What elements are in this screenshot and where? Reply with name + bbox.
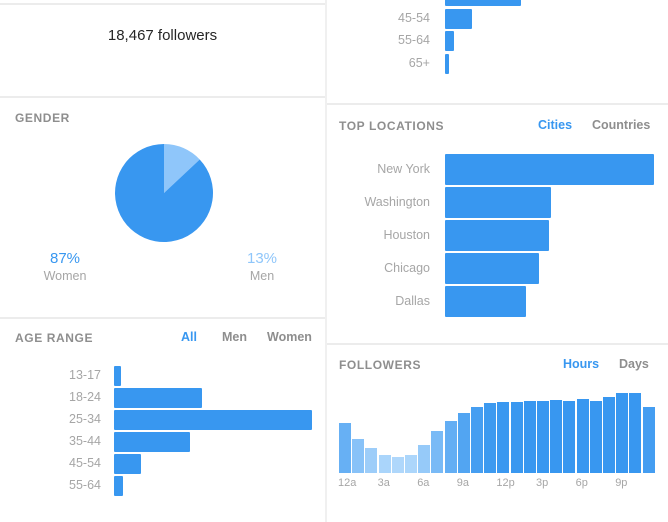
- age-range-bar: [114, 432, 191, 452]
- tab-men[interactable]: Men: [222, 330, 247, 344]
- hour-bar: [642, 406, 655, 473]
- location-label: Chicago: [384, 261, 430, 275]
- hour-tick-label: 6p: [575, 477, 588, 489]
- followers-count: 18,467 followers: [107, 27, 218, 44]
- divider: [327, 103, 668, 105]
- followers-activity-title: FOLLOWERS: [339, 358, 422, 372]
- tab-women[interactable]: Women: [267, 330, 312, 344]
- hour-bar: [616, 393, 629, 473]
- location-label: Houston: [383, 228, 430, 242]
- hour-bar: [537, 401, 549, 473]
- hour-bar: [444, 421, 457, 473]
- age-range-label: 65+: [408, 55, 430, 70]
- top-locations-title: TOP LOCATIONS: [339, 119, 445, 133]
- age-range-bar: [445, 8, 472, 29]
- age-range-label: 45-54: [69, 456, 101, 470]
- age-range-label: 45-54: [398, 10, 430, 25]
- hour-bar: [391, 457, 404, 473]
- divider: [0, 96, 325, 98]
- divider: [327, 343, 668, 345]
- divider: [0, 3, 325, 5]
- location-label: New York: [377, 162, 430, 176]
- tab-days[interactable]: Days: [619, 357, 649, 371]
- tab-all[interactable]: All: [181, 330, 197, 344]
- age-range-label: 55-64: [398, 33, 430, 47]
- hour-tick-label: 9a: [456, 477, 470, 489]
- women-percent: 87%: [49, 250, 81, 267]
- hour-bar: [576, 399, 589, 473]
- gender-pie-chart: [114, 144, 213, 243]
- hour-tick-label: 12a: [338, 477, 357, 489]
- age-range-title: AGE RANGE: [15, 331, 94, 345]
- age-range-bar: [445, 0, 522, 6]
- age-range-bar: [445, 31, 454, 51]
- hour-bar: [629, 393, 642, 473]
- location-label: Dallas: [395, 294, 430, 308]
- hour-bar: [510, 401, 523, 473]
- hour-tick-label: 6a: [417, 477, 430, 489]
- age-range-bar: [114, 366, 121, 386]
- women-label: Women: [43, 269, 87, 283]
- age-range-label: 13-17: [69, 368, 101, 382]
- hour-bar: [471, 407, 483, 473]
- hour-bar: [365, 448, 378, 473]
- hour-tick-label: 12p: [496, 477, 515, 489]
- men-label: Men: [249, 269, 275, 283]
- hour-tick-label: 9p: [615, 477, 628, 489]
- left-screen: 18,467 followers GENDER 87% Women 13% Me…: [0, 0, 325, 522]
- hour-bar: [339, 423, 351, 473]
- age-range-bar: [114, 454, 141, 474]
- hour-tick-label: 3a: [377, 477, 390, 489]
- age-range-label: 55-64: [69, 478, 101, 492]
- gender-title: GENDER: [15, 111, 70, 125]
- followers-hours-chart: [339, 390, 664, 473]
- hour-bar: [523, 401, 536, 473]
- hour-tick-label: 3p: [536, 477, 549, 489]
- age-range-label: 35-44: [69, 434, 101, 448]
- men-percent: 13%: [246, 250, 278, 267]
- tab-countries[interactable]: Countries: [592, 118, 650, 132]
- divider: [0, 317, 325, 319]
- tab-hours[interactable]: Hours: [563, 357, 599, 371]
- age-range-label: 35-44: [398, 0, 430, 2]
- hour-bar: [484, 403, 497, 473]
- location-label: Washington: [364, 195, 430, 209]
- age-range-bar: [114, 388, 203, 408]
- age-range-bar: [445, 53, 449, 74]
- hour-bar: [431, 431, 444, 473]
- age-range-bar: [114, 410, 312, 430]
- age-range-label: 25-34: [69, 412, 101, 426]
- hour-bar: [457, 413, 470, 473]
- hour-bar: [418, 445, 431, 473]
- right-screen: 35-4445-5455-6465+ TOP LOCATIONS Cities …: [325, 0, 668, 522]
- hour-bar: [497, 401, 510, 473]
- hour-bar: [603, 397, 615, 473]
- location-bar: [445, 187, 551, 218]
- hour-bar: [589, 401, 602, 473]
- hour-bar: [378, 454, 391, 473]
- hour-bar: [352, 438, 365, 473]
- hour-bar: [563, 401, 576, 473]
- location-bar: [445, 220, 550, 251]
- location-bar: [445, 286, 527, 317]
- location-bar: [445, 253, 540, 284]
- hour-bar: [405, 455, 417, 473]
- age-range-label: 18-24: [69, 390, 101, 404]
- tab-cities[interactable]: Cities: [538, 118, 572, 132]
- hour-axis: 12a 3a 6a 9a 12p 3p 6p 9p: [327, 477, 668, 493]
- location-bar: [445, 154, 654, 185]
- age-range-bar: [114, 476, 123, 496]
- hour-bar: [550, 400, 563, 473]
